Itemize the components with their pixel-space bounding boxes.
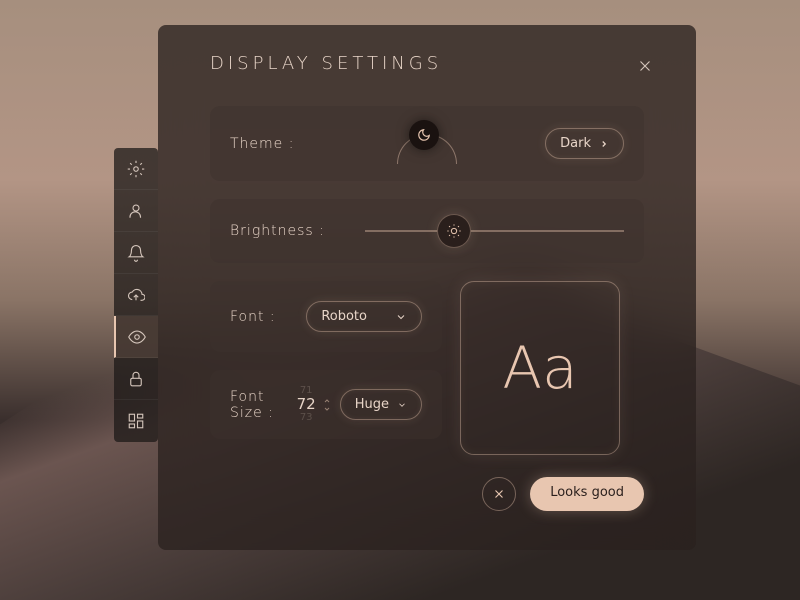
fontsize-label: Font Size : (230, 389, 297, 421)
theme-toggle[interactable] (397, 126, 457, 162)
brightness-label: Brightness : (230, 223, 325, 239)
cancel-button[interactable] (482, 477, 516, 511)
panel-title: DISPLAY SETTINGS (210, 53, 696, 74)
chevron-down-icon (397, 400, 407, 410)
theme-row: Theme : Dark (210, 106, 644, 181)
font-preview: Aa (460, 281, 620, 455)
size-preset[interactable]: Huge (340, 389, 422, 420)
font-row: Font : Roboto (210, 281, 442, 352)
fontsize-row: Font Size : 71 72 73 Huge (210, 370, 442, 439)
bulb-icon (446, 223, 462, 239)
theme-selector[interactable]: Dark (545, 128, 624, 159)
chevron-up-icon[interactable] (322, 397, 332, 405)
sidebar-security[interactable] (114, 358, 158, 400)
toggle-knob (409, 120, 439, 150)
eye-icon (128, 328, 146, 346)
brightness-slider[interactable] (365, 221, 624, 241)
cloud-upload-icon (127, 286, 145, 304)
close-button[interactable] (636, 57, 654, 79)
x-icon (492, 487, 506, 501)
user-icon (127, 202, 145, 220)
chevron-right-icon (599, 139, 609, 149)
sidebar-settings[interactable] (114, 148, 158, 190)
font-label: Font : (230, 309, 276, 325)
bell-icon (127, 244, 145, 262)
size-current: 72 (297, 397, 316, 412)
sidebar (114, 148, 158, 442)
font-value: Roboto (321, 309, 387, 324)
sidebar-layout[interactable] (114, 400, 158, 442)
moon-icon (417, 128, 431, 142)
lock-icon (127, 370, 145, 388)
sidebar-profile[interactable] (114, 190, 158, 232)
gear-icon (127, 160, 145, 178)
confirm-button[interactable]: Looks good (530, 477, 644, 511)
slider-knob (437, 214, 471, 248)
sidebar-cloud[interactable] (114, 274, 158, 316)
size-preset-label: Huge (355, 397, 389, 412)
chevron-down-icon[interactable] (322, 405, 332, 413)
slider-track (365, 230, 624, 232)
theme-value: Dark (560, 136, 591, 151)
font-selector[interactable]: Roboto (306, 301, 422, 332)
fontsize-spinner[interactable]: 71 72 73 (297, 386, 340, 423)
brightness-row: Brightness : (210, 199, 644, 263)
settings-panel: DISPLAY SETTINGS Theme : Dark Brightness… (158, 25, 696, 550)
size-next: 73 (300, 413, 313, 423)
theme-label: Theme : (230, 136, 294, 152)
sidebar-display[interactable] (114, 316, 158, 358)
grid-icon (127, 412, 145, 430)
chevron-down-icon (395, 311, 407, 323)
sidebar-notifications[interactable] (114, 232, 158, 274)
close-icon (636, 57, 654, 75)
